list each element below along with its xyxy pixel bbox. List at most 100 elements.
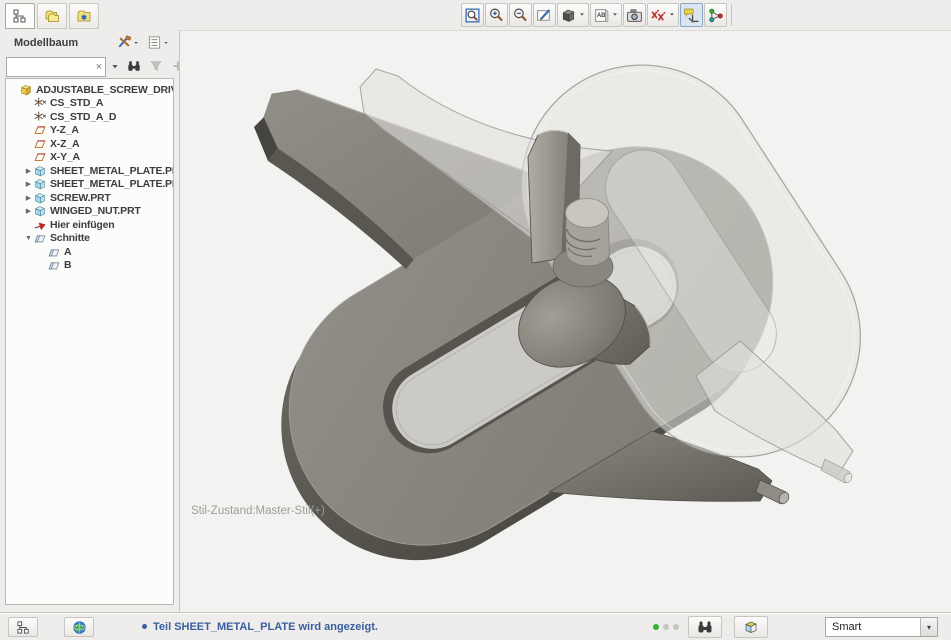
model-tree-icon xyxy=(12,8,28,24)
part-icon xyxy=(33,164,47,178)
repaint-button[interactable] xyxy=(533,3,556,27)
tree-tools-button[interactable] xyxy=(114,33,143,52)
caret-down-icon xyxy=(132,38,140,47)
filter-icon xyxy=(149,59,163,73)
search-box: × xyxy=(6,57,106,77)
refit-button[interactable] xyxy=(461,3,484,27)
view-manager-button[interactable] xyxy=(623,3,646,27)
tree-item-label: A xyxy=(62,246,71,258)
find-button[interactable] xyxy=(688,616,722,638)
indicator-dot-2 xyxy=(663,624,669,630)
tree-item-label: Schnitte xyxy=(48,232,90,244)
zoom-in-button[interactable] xyxy=(485,3,508,27)
annotation-display-button[interactable] xyxy=(680,3,703,27)
tree-item-y-z-a[interactable]: Y-Z_A xyxy=(6,124,173,138)
tree-item-label: ADJUSTABLE_SCREW_DRIVER.ASM xyxy=(34,84,174,96)
tree-settings-icon xyxy=(147,35,162,50)
datum-plane-icon xyxy=(33,137,47,151)
indicator-dot-1 xyxy=(653,624,659,630)
insert-here-icon xyxy=(33,218,47,232)
status-message: Teil SHEET_METAL_PLATE wird angezeigt. xyxy=(142,621,378,633)
display-style-icon xyxy=(560,7,577,24)
datum-display-icon xyxy=(650,7,667,24)
style-state-label: Stil-Zustand:Master-Stil(+) xyxy=(191,505,325,517)
datum-plane-icon xyxy=(33,150,47,164)
svg-text:AB: AB xyxy=(597,13,606,19)
model-tree-panel: Modellbaum × ADJUSTABLE_SCREW_DRIVER.ASM xyxy=(0,30,179,612)
status-bullet-icon xyxy=(142,624,147,629)
find-button[interactable] xyxy=(124,57,144,75)
tree-item-label: Hier einfügen xyxy=(48,219,115,231)
indicator-dot-3 xyxy=(673,624,679,630)
caret-down-icon xyxy=(162,38,170,47)
tree-item-b[interactable]: B xyxy=(6,259,173,273)
tree-item-winged-nut-prt[interactable]: ▶ WINGED_NUT.PRT xyxy=(6,205,173,219)
section-icon xyxy=(47,245,61,259)
expand-icon[interactable]: ▶ xyxy=(24,194,33,202)
tree-item-label: SHEET_METAL_PLATE.PRT xyxy=(48,165,174,177)
caret-down-icon[interactable]: ▾ xyxy=(920,618,937,636)
tree-item-label: X-Y_A xyxy=(48,151,80,163)
expand-icon[interactable]: ▶ xyxy=(24,167,33,175)
zoom-in-icon xyxy=(488,7,505,24)
tree-item-schnitte[interactable]: ▼ Schnitte xyxy=(6,232,173,246)
tree-item-label: CS_STD_A_D xyxy=(48,111,116,123)
selection-filter-select[interactable]: Smart ▾ xyxy=(825,617,938,637)
datum-display-button[interactable] xyxy=(647,3,679,27)
view-box-icon xyxy=(743,619,759,635)
tree-item-cs-std-a[interactable]: CS_STD_A xyxy=(6,97,173,111)
browser-icon xyxy=(72,620,87,635)
panel-tab-favorites-folder[interactable] xyxy=(69,3,99,29)
model-tree-toggle-button[interactable] xyxy=(8,617,38,637)
caret-down-button[interactable] xyxy=(108,57,122,75)
tree-item-adjustable-screw-driver-asm[interactable]: ADJUSTABLE_SCREW_DRIVER.ASM xyxy=(6,83,173,97)
panel-tab-folder-stack[interactable] xyxy=(37,3,67,29)
tree-item-x-y-a[interactable]: X-Y_A xyxy=(6,151,173,165)
part-icon xyxy=(33,191,47,205)
indicator-dots xyxy=(653,624,679,630)
csys-icon xyxy=(33,96,47,110)
graphics-area[interactable]: Stil-Zustand:Master-Stil(+) xyxy=(179,30,951,612)
tree-item-x-z-a[interactable]: X-Z_A xyxy=(6,137,173,151)
caret-down-icon xyxy=(111,59,119,73)
tree-settings-button[interactable] xyxy=(144,33,173,52)
tree-item-hier-einf-gen[interactable]: Hier einfügen xyxy=(6,218,173,232)
browser-toggle-button[interactable] xyxy=(64,617,94,637)
tree-item-label: CS_STD_A xyxy=(48,97,103,109)
find-icon xyxy=(697,619,713,635)
filter-button xyxy=(146,57,166,75)
favorites-folder-icon xyxy=(76,8,92,24)
csys-icon xyxy=(33,110,47,124)
annotation-display-icon xyxy=(683,7,700,24)
screw-stud xyxy=(566,199,610,266)
spin-center-button[interactable] xyxy=(704,3,727,27)
panel-header: Modellbaum xyxy=(0,33,179,55)
clear-search-icon[interactable]: × xyxy=(96,60,102,74)
tree-item-sheet-metal-plate-prt[interactable]: ▶ SHEET_METAL_PLATE.PRT xyxy=(6,164,173,178)
tree-item-label: B xyxy=(62,259,71,271)
tree-item-cs-std-a-d[interactable]: CS_STD_A_D xyxy=(6,110,173,124)
view-box-button[interactable] xyxy=(734,616,768,638)
3d-model-adjustable-screw-driver[interactable] xyxy=(180,31,951,611)
part-icon xyxy=(33,204,47,218)
display-style-button[interactable] xyxy=(557,3,589,27)
expand-icon[interactable]: ▶ xyxy=(24,207,33,215)
saved-orientations-button[interactable]: AB xyxy=(590,3,622,27)
zoom-out-button[interactable] xyxy=(509,3,532,27)
collapse-icon[interactable]: ▼ xyxy=(24,235,33,242)
tree-item-label: SCREW.PRT xyxy=(48,192,111,204)
refit-icon xyxy=(464,7,481,24)
panel-tab-model-tree[interactable] xyxy=(5,3,35,29)
model-tree-icon xyxy=(16,620,31,635)
tree-item-screw-prt[interactable]: ▶ SCREW.PRT xyxy=(6,191,173,205)
tree-item-sheet-metal-plate-prt[interactable]: ▶ SHEET_METAL_PLATE.PRT xyxy=(6,178,173,192)
zoom-out-icon xyxy=(512,7,529,24)
search-input[interactable] xyxy=(7,59,89,77)
graphics-toolbar: AB xyxy=(461,3,735,27)
tree-item-a[interactable]: A xyxy=(6,245,173,259)
expand-icon[interactable]: ▶ xyxy=(24,180,33,188)
find-icon xyxy=(127,59,141,73)
view-manager-icon xyxy=(626,7,643,24)
tree-item-label: WINGED_NUT.PRT xyxy=(48,205,141,217)
assembly-icon xyxy=(19,83,33,97)
